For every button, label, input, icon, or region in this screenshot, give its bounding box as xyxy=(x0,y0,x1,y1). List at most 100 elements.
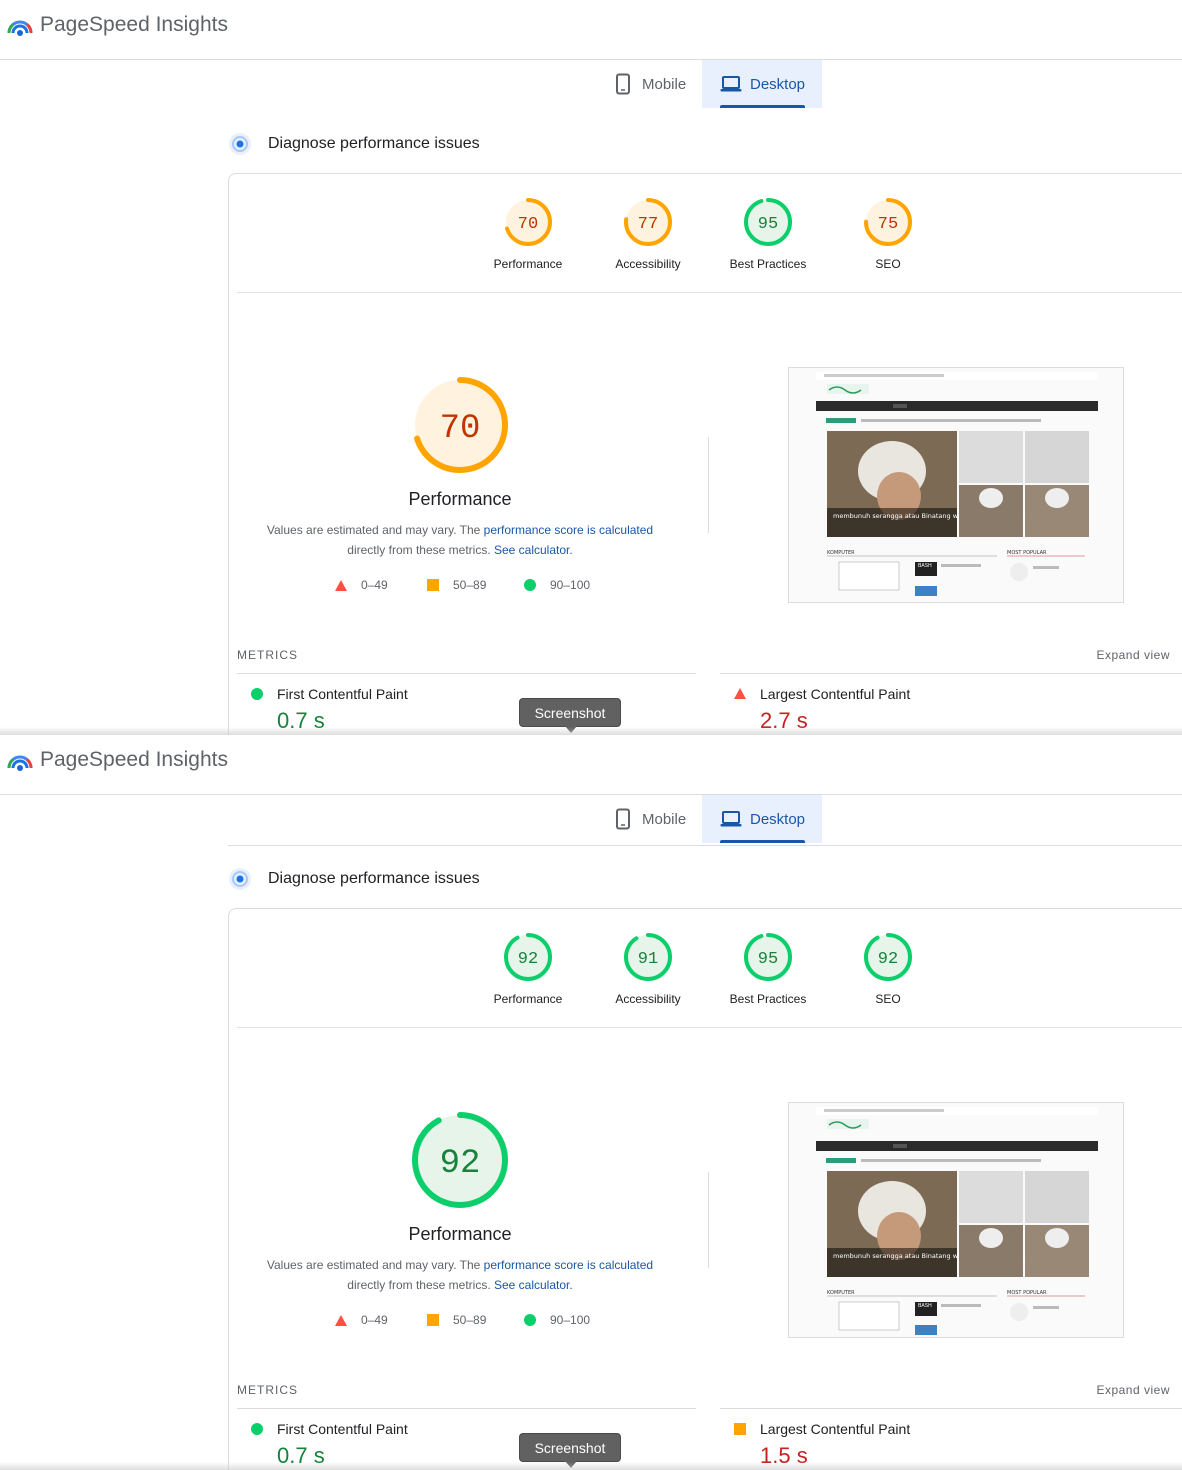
gauge-best-practices-score: 95 xyxy=(758,950,778,969)
tab-mobile-label: Mobile xyxy=(642,75,687,93)
screenshot-tooltip: Screenshot xyxy=(519,698,621,733)
laptop-icon xyxy=(720,76,742,92)
device-tabs: Mobile Desktop xyxy=(598,60,828,108)
gauge-best-practices[interactable]: 95 Best Practices xyxy=(708,196,828,271)
tab-desktop[interactable]: Desktop xyxy=(702,60,822,108)
gauge-seo-ring: 92 xyxy=(864,933,912,981)
legend-poor: 0–49 xyxy=(335,578,388,592)
triangle-icon xyxy=(335,579,347,591)
preview-bash-label: BASH xyxy=(918,563,932,569)
app-title: PageSpeed Insights xyxy=(40,13,228,36)
score-calculated-link[interactable]: performance score is calculated xyxy=(484,1258,653,1272)
screenshot-tooltip: Screenshot xyxy=(519,1433,621,1468)
site-screenshot-thumbnail: membunuh serangga atau Binatang waktu pu… xyxy=(789,1103,1123,1337)
gauge-accessibility-label: Accessibility xyxy=(615,257,681,271)
circle-icon xyxy=(524,1314,536,1326)
gauge-seo[interactable]: 92 SEO xyxy=(828,931,948,1006)
gauge-seo-score: 92 xyxy=(878,950,898,969)
metric-lcp-name: Largest Contentful Paint xyxy=(760,686,911,702)
gauge-accessibility[interactable]: 77 Accessibility xyxy=(588,196,708,271)
tab-mobile-label: Mobile xyxy=(642,810,687,828)
metrics-header: METRICS xyxy=(237,1383,298,1397)
score-description: Values are estimated and may vary. The p… xyxy=(250,1255,670,1295)
desc-text-1: Values are estimated and may vary. The xyxy=(266,523,484,537)
gauge-best-practices[interactable]: 95 Best Practices xyxy=(708,931,828,1006)
mobile-phone-icon xyxy=(616,808,630,830)
preview-section-right: MOST POPULAR xyxy=(1007,1290,1047,1296)
scroll-fade xyxy=(0,1462,1182,1470)
site-screenshot-thumbnail: membunuh serangga atau Binatang waktu pu… xyxy=(789,368,1123,602)
gauge-performance[interactable]: 92 Performance xyxy=(468,931,588,1006)
desc-text-2: directly from these metrics. xyxy=(347,1278,494,1292)
gauge-seo-label: SEO xyxy=(875,992,901,1006)
divider xyxy=(708,437,709,533)
desc-text-1: Values are estimated and may vary. The xyxy=(266,1258,484,1272)
gauge-seo-ring: 75 xyxy=(864,198,912,246)
gauge-best-practices-label: Best Practices xyxy=(729,992,807,1006)
tab-mobile[interactable]: Mobile xyxy=(598,60,702,108)
legend-average-label: 50–89 xyxy=(453,578,487,592)
metrics-divider-left xyxy=(237,673,696,674)
performance-score-value: 70 xyxy=(440,410,481,448)
performance-score-large: 92 Performance xyxy=(360,1110,560,1245)
pagespeed-logo-icon xyxy=(7,755,33,771)
desc-text-2: directly from these metrics. xyxy=(347,543,494,557)
gauge-performance[interactable]: 70 Performance xyxy=(468,196,588,271)
score-legend: 0–49 50–89 90–100 xyxy=(335,578,635,598)
see-calculator-link[interactable]: See calculator. xyxy=(494,543,573,557)
metrics-divider-right xyxy=(720,1408,1182,1409)
lab-data-icon xyxy=(229,868,251,890)
section-divider xyxy=(228,845,1182,846)
pagespeed-logo-icon xyxy=(7,20,33,36)
gauge-performance-label: Performance xyxy=(493,992,563,1006)
performance-gauge-large: 70 xyxy=(412,377,508,473)
legend-poor: 0–49 xyxy=(335,1313,388,1327)
gauge-seo[interactable]: 75 SEO xyxy=(828,196,948,271)
mobile-phone-icon xyxy=(616,73,630,95)
tab-desktop[interactable]: Desktop xyxy=(702,795,822,843)
gauge-accessibility-score: 91 xyxy=(638,950,658,969)
legend-average: 50–89 xyxy=(427,578,486,592)
gauge-performance-score: 70 xyxy=(518,215,538,234)
metric-fcp-name: First Contentful Paint xyxy=(277,686,408,702)
metrics-header: METRICS xyxy=(237,648,298,662)
tab-mobile[interactable]: Mobile xyxy=(598,795,702,843)
gauge-accessibility[interactable]: 91 Accessibility xyxy=(588,931,708,1006)
legend-average: 50–89 xyxy=(427,1313,486,1327)
preview-section-left: KOMPUTER xyxy=(827,550,855,556)
performance-score-large: 70 Performance xyxy=(360,375,560,510)
final-screenshot[interactable]: membunuh serangga atau Binatang waktu pu… xyxy=(788,367,1124,603)
gauge-performance-score: 92 xyxy=(518,950,538,969)
see-calculator-link[interactable]: See calculator. xyxy=(494,1278,573,1292)
final-screenshot[interactable]: membunuh serangga atau Binatang waktu pu… xyxy=(788,1102,1124,1338)
panel-before: PageSpeed Insights Mobile Desktop Diagno… xyxy=(0,0,1182,735)
gauge-accessibility-score: 77 xyxy=(638,215,658,234)
preview-bash-label: BASH xyxy=(918,1303,932,1309)
tab-desktop-label: Desktop xyxy=(750,75,806,93)
diagnose-title: Diagnose performance issues xyxy=(268,135,480,152)
diagnose-heading: Diagnose performance issues xyxy=(228,865,480,893)
gauge-seo-score: 75 xyxy=(878,215,898,234)
gauge-best-practices-label: Best Practices xyxy=(729,257,807,271)
tab-desktop-label: Desktop xyxy=(750,810,806,828)
category-gauges: 70 Performance 77 Accessibility 95 Best … xyxy=(237,196,1182,293)
app-title: PageSpeed Insights xyxy=(40,748,228,771)
performance-score-label: Performance xyxy=(408,1224,512,1244)
category-gauges: 92 Performance 91 Accessibility 95 Best … xyxy=(237,931,1182,1028)
diagnose-title: Diagnose performance issues xyxy=(268,870,480,887)
gauge-best-practices-ring: 95 xyxy=(744,198,792,246)
square-icon xyxy=(427,1314,439,1326)
scroll-fade xyxy=(0,727,1182,735)
circle-icon xyxy=(251,688,263,700)
panel-after: PageSpeed Insights Mobile Desktop Diagno… xyxy=(0,735,1182,1470)
preview-section-left: KOMPUTER xyxy=(827,1290,855,1296)
gauge-performance-ring: 92 xyxy=(504,933,552,981)
performance-score-value: 92 xyxy=(440,1145,481,1183)
lab-data-icon xyxy=(229,133,251,155)
expand-view-button[interactable]: Expand view xyxy=(1096,648,1170,662)
divider xyxy=(708,1172,709,1268)
score-calculated-link[interactable]: performance score is calculated xyxy=(484,523,653,537)
legend-average-label: 50–89 xyxy=(453,1313,487,1327)
expand-view-button[interactable]: Expand view xyxy=(1096,1383,1170,1397)
square-icon xyxy=(734,1423,746,1435)
